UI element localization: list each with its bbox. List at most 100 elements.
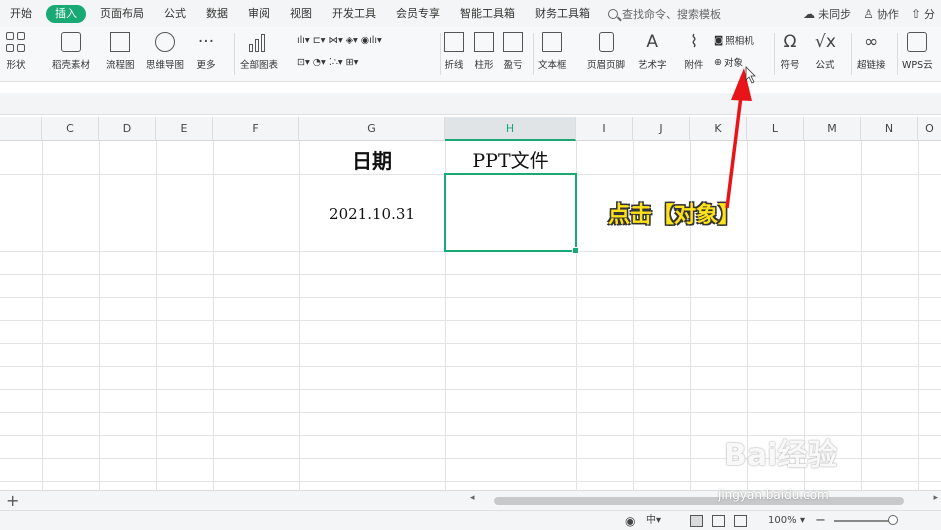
column-header-e[interactable]: E	[156, 117, 213, 141]
user-icon: ♙	[863, 6, 874, 21]
zoom-slider-track[interactable]	[834, 520, 894, 522]
tab-home[interactable]: 开始	[0, 0, 42, 27]
sync-status[interactable]: ☁ 未同步	[803, 6, 851, 22]
ribbon-separator	[440, 33, 441, 75]
eye-protection-icon[interactable]: ◉	[625, 511, 635, 530]
column-header-o[interactable]: O	[918, 117, 941, 141]
tab-member[interactable]: 会员专享	[386, 0, 450, 27]
ribbon-insert: 形状 稻壳素材 流程图 思维导图 ··· 更多 全部图表 ılı▾ ⊏▾ ⋈▾ …	[0, 27, 941, 82]
zoom-dropdown-icon[interactable]: ▾	[800, 511, 805, 530]
page-layout-view-icon[interactable]	[712, 515, 725, 527]
zoom-slider-handle[interactable]	[888, 515, 898, 525]
column-header-blank	[0, 117, 42, 141]
zoom-level[interactable]: 100%	[768, 511, 797, 530]
all-charts-button[interactable]: 全部图表	[240, 27, 278, 71]
tab-review[interactable]: 审阅	[238, 0, 280, 27]
line-sparkline-button[interactable]: 折线	[444, 27, 464, 71]
materials-label: 稻壳素材	[52, 60, 91, 71]
object-button[interactable]: ⊕ 对象	[714, 53, 743, 71]
wps-cloud-button[interactable]: WPS云	[902, 27, 933, 71]
collab-button[interactable]: ♙ 协作	[863, 6, 899, 22]
column-header-m[interactable]: M	[804, 117, 861, 141]
column-header-l[interactable]: L	[747, 117, 804, 141]
tab-formulas[interactable]: 公式	[154, 0, 196, 27]
tab-finance-tools[interactable]: 财务工具箱	[525, 0, 600, 27]
chart-type-row-2[interactable]: ⊡▾ ◔▾ ⁚∴▾ ⊞▾	[297, 53, 358, 71]
tab-data[interactable]: 数据	[196, 0, 238, 27]
line-sparkline-icon	[444, 32, 464, 52]
textbox-label: 文本框	[538, 60, 567, 71]
column-header-h[interactable]: H	[445, 117, 576, 141]
search-placeholder: 查找命令、搜索模板	[622, 7, 721, 21]
ribbon-separator	[897, 33, 898, 75]
tab-smart-tools[interactable]: 智能工具箱	[450, 0, 525, 27]
grid-line	[0, 274, 941, 275]
link-icon: ∞	[864, 32, 879, 52]
symbol-button[interactable]: Ω 符号	[780, 27, 800, 71]
header-footer-label: 页眉页脚	[587, 60, 626, 71]
menu-bar: 开始 插入 页面布局 公式 数据 审阅 视图 开发工具 会员专享 智能工具箱 财…	[0, 0, 941, 27]
shapes-button[interactable]: 形状	[6, 27, 26, 71]
column-header-j[interactable]: J	[633, 117, 690, 141]
column-header-k[interactable]: K	[690, 117, 747, 141]
scroll-right-icon[interactable]: ▸	[933, 493, 938, 503]
paperclip-icon: ⌇	[689, 32, 699, 52]
cell-g1-date-header[interactable]: 日期	[299, 145, 445, 174]
attachment-button[interactable]: ⌇ 附件	[684, 27, 704, 71]
camera-icon: ◙	[714, 34, 724, 46]
materials-button[interactable]: 稻壳素材	[52, 27, 90, 71]
mindmap-button[interactable]: 思维导图	[146, 27, 184, 71]
input-method-icon[interactable]: 中▾	[646, 511, 661, 530]
hyperlink-button[interactable]: ∞ 超链接	[857, 27, 886, 71]
scroll-left-icon[interactable]: ◂	[470, 493, 475, 503]
chart-type-row-1[interactable]: ılı▾ ⊏▾ ⋈▾ ◈▾ ◉ılı▾	[297, 31, 382, 49]
flowchart-button[interactable]: 流程图	[106, 27, 135, 71]
area-chart-icon: ⊡▾ ◔▾ ⁚∴▾ ⊞▾	[297, 56, 359, 68]
bar-sparkline-button[interactable]: 柱形	[474, 27, 494, 71]
textbox-icon	[542, 32, 563, 52]
zoom-out-button[interactable]: −	[815, 511, 826, 530]
tab-insert[interactable]: 插入	[46, 4, 86, 23]
header-footer-button[interactable]: 页眉页脚	[587, 27, 625, 71]
menu-right-group: ☁ 未同步 ♙ 协作 ⇧ 分	[797, 0, 941, 27]
active-cell-h2[interactable]	[444, 173, 579, 254]
wordart-button[interactable]: A 艺术字	[638, 27, 667, 71]
winloss-sparkline-button[interactable]: 盈亏	[503, 27, 523, 71]
cell-g2-date-value[interactable]: 2021.10.31	[299, 205, 445, 223]
shapes-icon	[6, 32, 26, 52]
grid-line	[299, 141, 300, 490]
column-header-d[interactable]: D	[99, 117, 156, 141]
formula-button[interactable]: √x 公式	[815, 27, 836, 71]
collab-label: 协作	[876, 7, 899, 21]
grid-line	[0, 481, 941, 482]
column-header-n[interactable]: N	[861, 117, 918, 141]
camera-button[interactable]: ◙ 照相机	[714, 31, 754, 49]
normal-view-icon[interactable]	[690, 515, 703, 527]
horizontal-scrollbar[interactable]: ◂ ▸	[470, 493, 938, 507]
column-header-f[interactable]: F	[213, 117, 299, 141]
column-header-i[interactable]: I	[576, 117, 633, 141]
tab-view[interactable]: 视图	[280, 0, 322, 27]
tab-page-layout[interactable]: 页面布局	[90, 0, 154, 27]
formula-bar[interactable]	[0, 93, 941, 115]
share-button[interactable]: ⇧ 分	[911, 6, 935, 22]
grid-line	[99, 141, 100, 490]
ribbon-separator	[851, 33, 852, 75]
symbol-label: 符号	[780, 60, 800, 71]
column-header-c[interactable]: C	[42, 117, 99, 141]
ribbon-separator	[533, 33, 534, 75]
command-search[interactable]: 查找命令、搜索模板	[608, 6, 721, 22]
tab-developer[interactable]: 开发工具	[322, 0, 386, 27]
baidu-watermark: Bai经验	[724, 438, 838, 473]
grid-line	[0, 389, 941, 390]
cell-h1-ppt-header[interactable]: PPT文件	[445, 146, 576, 173]
page-break-view-icon[interactable]	[734, 515, 747, 527]
textbox-button[interactable]: 文本框	[538, 27, 567, 71]
scrollbar-thumb[interactable]	[494, 497, 904, 505]
column-header-g[interactable]: G	[299, 117, 445, 141]
bar-chart-icon: ılı▾ ⊏▾ ⋈▾ ◈▾ ◉ılı▾	[297, 34, 382, 46]
add-sheet-button[interactable]: +	[6, 491, 19, 510]
more-button[interactable]: ··· 更多	[196, 27, 216, 71]
omega-icon: Ω	[783, 32, 797, 52]
grid-line	[0, 343, 941, 344]
